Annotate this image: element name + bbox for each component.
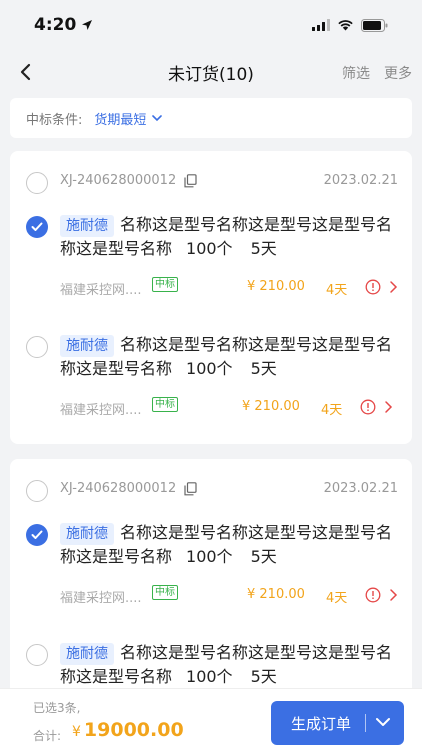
more-button[interactable]: 更多 xyxy=(384,63,412,83)
total-value: 19000.00 xyxy=(83,719,184,741)
generate-order-button[interactable]: 生成订单 xyxy=(271,701,404,745)
item-price: ¥ 210.00 xyxy=(242,399,300,414)
item-lead-time: 5天 xyxy=(250,359,277,378)
filter-dropdown[interactable]: 货期最短 xyxy=(94,109,163,128)
checkmark-icon xyxy=(31,222,43,231)
alert-info-icon[interactable] xyxy=(365,279,381,295)
item-price: ¥ 210.00 xyxy=(247,587,305,602)
nav-bar: 未订货(10) 筛选 更多 xyxy=(0,50,422,94)
item-checkbox[interactable] xyxy=(26,644,48,666)
item-lead-time: 5天 xyxy=(250,547,277,566)
supplier-name: 福建采控网.... xyxy=(60,591,142,606)
button-divider xyxy=(365,714,366,732)
order-date: 2023.02.21 xyxy=(323,481,398,496)
checkmark-icon xyxy=(31,530,43,539)
nav-actions: 筛选 更多 xyxy=(342,63,412,83)
status-indicators xyxy=(312,18,388,32)
order-number: XJ-240628000012 xyxy=(60,481,197,496)
item-description: 施耐德 名称这是型号名称这是型号这是型号名称这是型号名称 100个 5天 xyxy=(60,641,405,689)
item-qty: 100个 xyxy=(186,239,233,258)
item-qty: 100个 xyxy=(186,547,233,566)
item-quote: 福建采控网.... 中标 ¥ 210.00 4天 xyxy=(60,397,405,419)
order-number: XJ-240628000012 xyxy=(60,173,197,188)
item-lead-time: 5天 xyxy=(250,667,277,686)
bid-tag: 中标 xyxy=(152,585,178,600)
item-qty: 100个 xyxy=(186,667,233,686)
total-label: 合计: xyxy=(33,729,62,743)
item-checkbox[interactable] xyxy=(26,336,48,358)
alert-info-icon[interactable] xyxy=(360,399,376,415)
order-date: 2023.02.21 xyxy=(323,173,398,188)
order-item[interactable]: 施耐德 名称这是型号名称这是型号这是型号名称这是型号名称 100个 5天 福建采控网.… xyxy=(10,213,412,333)
chevron-down-icon xyxy=(152,114,163,121)
order-card: XJ-240628000012 2023.02.21 施耐德 名称这是型号名称这是… xyxy=(10,151,412,444)
order-header: XJ-240628000012 2023.02.21 xyxy=(10,459,412,519)
total-currency: ¥ xyxy=(72,724,81,740)
order-number-text: XJ-240628000012 xyxy=(60,173,177,188)
order-checkbox[interactable] xyxy=(26,480,48,502)
brand-tag: 施耐德 xyxy=(60,643,114,665)
filter-value: 货期最短 xyxy=(94,112,147,128)
copy-icon[interactable] xyxy=(184,173,197,188)
bid-tag: 中标 xyxy=(152,277,178,292)
item-description: 施耐德 名称这是型号名称这是型号这是型号名称这是型号名称 100个 5天 xyxy=(60,521,405,569)
status-bar: 4:20 xyxy=(0,0,422,50)
item-description: 施耐德 名称这是型号名称这是型号这是型号名称这是型号名称 100个 5天 xyxy=(60,213,405,261)
status-time: 4:20 xyxy=(34,15,93,35)
back-button[interactable] xyxy=(16,60,38,84)
order-checkbox[interactable] xyxy=(26,172,48,194)
selected-count: 已选3条, xyxy=(33,701,81,715)
chevron-left-icon xyxy=(20,63,31,81)
order-item[interactable]: 施耐德 名称这是型号名称这是型号这是型号名称这是型号名称 100个 5天 福建采控网.… xyxy=(10,333,412,453)
order-item[interactable]: 施耐德 名称这是型号名称这是型号这是型号名称这是型号名称 100个 5天 福建采控网.… xyxy=(10,521,412,641)
bottom-action-bar: 已选3条, 合计: ¥19000.00 生成订单 xyxy=(0,688,422,750)
quote-days: 4天 xyxy=(321,403,343,418)
copy-icon[interactable] xyxy=(184,481,197,496)
item-quote: 福建采控网.... 中标 ¥ 210.00 4天 xyxy=(60,585,405,607)
item-quote: 福建采控网.... 中标 ¥ 210.00 4天 xyxy=(60,277,405,299)
generate-order-label: 生成订单 xyxy=(291,715,352,733)
item-checkbox-checked[interactable] xyxy=(26,524,48,546)
brand-tag: 施耐德 xyxy=(60,523,114,545)
brand-tag: 施耐德 xyxy=(60,335,114,357)
chevron-right-icon[interactable] xyxy=(388,588,398,602)
wifi-icon xyxy=(338,20,353,31)
item-description: 施耐德 名称这是型号名称这是型号这是型号名称这是型号名称 100个 5天 xyxy=(60,333,405,381)
item-lead-time: 5天 xyxy=(250,239,277,258)
supplier-name: 福建采控网.... xyxy=(60,283,142,298)
order-card: XJ-240628000012 2023.02.21 施耐德 名称这是型号名称这是… xyxy=(10,459,412,719)
filter-button[interactable]: 筛选 xyxy=(342,63,370,83)
chevron-right-icon[interactable] xyxy=(383,400,393,414)
supplier-name: 福建采控网.... xyxy=(60,403,142,418)
item-checkbox-checked[interactable] xyxy=(26,216,48,238)
cellular-signal-icon xyxy=(312,19,330,31)
page-title: 未订货(10) xyxy=(168,64,254,85)
filter-label: 中标条件: xyxy=(26,112,83,128)
location-arrow-icon xyxy=(82,20,93,30)
quote-days: 4天 xyxy=(326,283,348,298)
alert-info-icon[interactable] xyxy=(365,587,381,603)
total-amount: ¥19000.00 xyxy=(72,719,184,741)
chevron-right-icon[interactable] xyxy=(388,280,398,294)
bid-tag: 中标 xyxy=(152,397,178,412)
brand-tag: 施耐德 xyxy=(60,215,114,237)
battery-icon xyxy=(361,18,388,32)
quote-days: 4天 xyxy=(326,591,348,606)
filter-bar: 中标条件: 货期最短 xyxy=(10,98,412,138)
order-number-text: XJ-240628000012 xyxy=(60,481,177,496)
chevron-down-icon[interactable] xyxy=(375,717,391,727)
order-header: XJ-240628000012 2023.02.21 xyxy=(10,151,412,211)
item-qty: 100个 xyxy=(186,359,233,378)
item-price: ¥ 210.00 xyxy=(247,279,305,294)
status-time-text: 4:20 xyxy=(34,15,77,35)
